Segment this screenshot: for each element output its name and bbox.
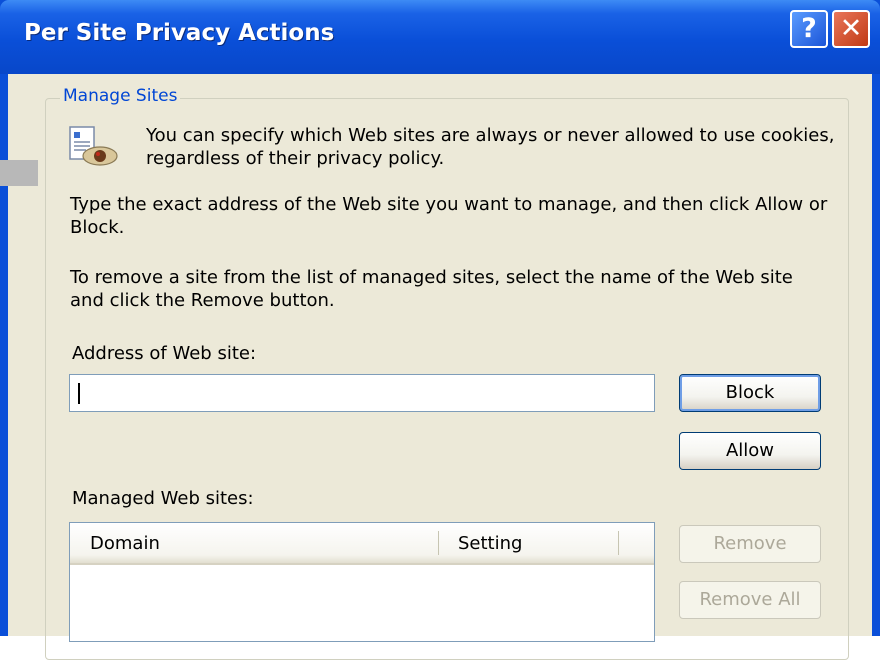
dialog-title: Per Site Privacy Actions <box>24 20 335 46</box>
remove-button[interactable]: Remove <box>679 525 821 563</box>
address-input[interactable] <box>69 374 655 412</box>
allow-button[interactable]: Allow <box>679 432 821 470</box>
managed-sites-label: Managed Web sites: <box>72 488 254 509</box>
column-divider[interactable] <box>438 531 439 555</box>
instruction-text: Type the exact address of the Web site y… <box>70 194 828 238</box>
list-header: Domain Setting <box>70 523 654 565</box>
groupbox-label: Manage Sites <box>60 86 181 106</box>
close-icon: ✕ <box>839 13 863 44</box>
title-bar[interactable]: Per Site Privacy Actions ? ✕ <box>0 0 880 74</box>
column-setting[interactable]: Setting <box>458 533 522 554</box>
close-button[interactable]: ✕ <box>832 10 870 48</box>
help-icon: ? <box>801 13 817 44</box>
text-caret <box>78 383 80 404</box>
remove-instruction-text: To remove a site from the list of manage… <box>70 267 793 311</box>
help-button[interactable]: ? <box>790 10 828 48</box>
cookie-privacy-icon <box>69 126 118 166</box>
address-label: Address of Web site: <box>72 343 257 364</box>
column-domain[interactable]: Domain <box>90 533 160 554</box>
column-divider[interactable] <box>618 531 619 555</box>
background-window-edge <box>0 160 38 186</box>
block-button[interactable]: Block <box>679 374 821 412</box>
managed-sites-list[interactable]: Domain Setting <box>69 522 655 642</box>
intro-text: You can specify which Web sites are alwa… <box>146 125 835 169</box>
remove-all-button[interactable]: Remove All <box>679 581 821 619</box>
